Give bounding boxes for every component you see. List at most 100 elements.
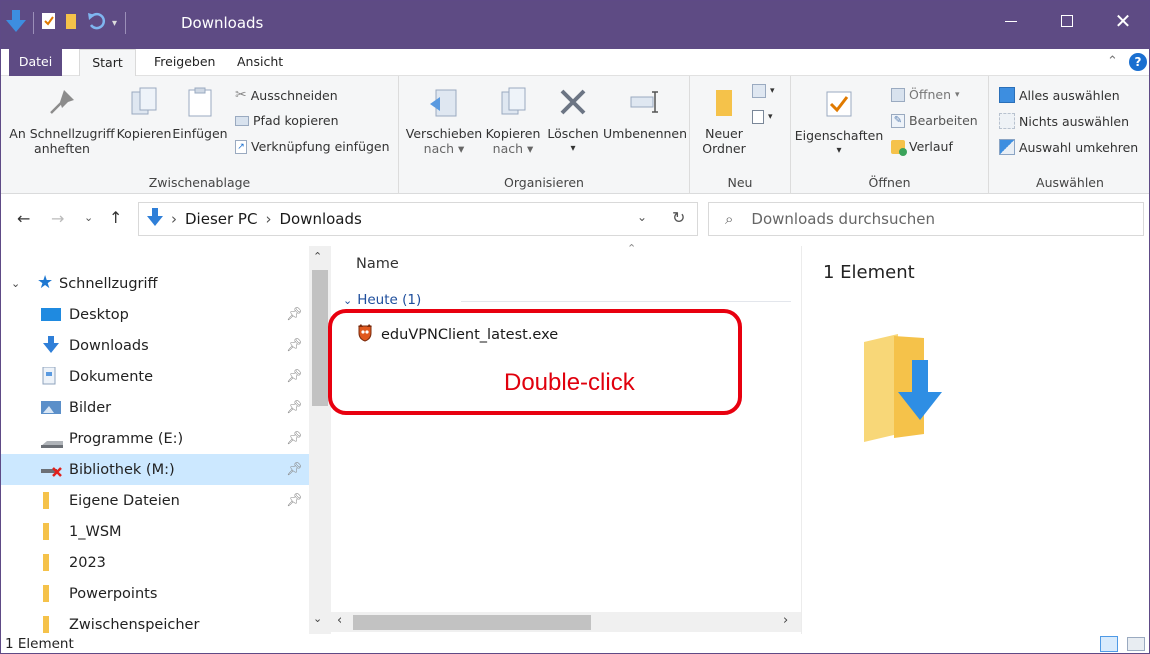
details-view-icon[interactable] bbox=[1100, 636, 1118, 652]
expand-chevron-icon[interactable]: ⌄ bbox=[11, 277, 20, 290]
paste-shortcut-button[interactable]: ↗ Verknüpfung einfügen bbox=[235, 139, 390, 154]
nav-item-desktop[interactable]: Desktop 📌︎ bbox=[1, 299, 309, 330]
pin-to-quick-access-button[interactable]: An Schnellzugriff anheften bbox=[7, 86, 117, 156]
file-list: ⌃ Name ⌄ Heute (1) eduVPNClient_latest.e… bbox=[331, 242, 801, 634]
copy-to-button[interactable]: Kopieren nach ▾ bbox=[483, 86, 543, 156]
nav-item-documents[interactable]: Dokumente 📌︎ bbox=[1, 361, 309, 392]
history-button[interactable]: Verlauf bbox=[891, 139, 953, 156]
close-button[interactable]: ✕ bbox=[1095, 1, 1149, 41]
pin-icon[interactable]: 📌︎ bbox=[286, 431, 303, 446]
nav-item-pictures[interactable]: Bilder 📌︎ bbox=[1, 392, 309, 423]
minimize-icon bbox=[1005, 20, 1017, 22]
group-collapse-chevron-icon[interactable]: ⌄ bbox=[343, 294, 352, 307]
nav-item-1-wsm[interactable]: 1_WSM bbox=[1, 516, 309, 547]
easy-access-button[interactable]: ▾ bbox=[752, 110, 773, 124]
large-icons-view-icon[interactable] bbox=[1127, 637, 1145, 651]
tab-start[interactable]: Start bbox=[79, 49, 136, 77]
refresh-icon[interactable]: ↻ bbox=[672, 208, 685, 227]
scroll-down-icon[interactable]: ⌄ bbox=[313, 612, 322, 625]
collapse-ribbon-icon[interactable]: ⌃ bbox=[1107, 54, 1118, 69]
pin-icon[interactable]: 📌︎ bbox=[286, 338, 303, 353]
copy-button[interactable]: Kopieren bbox=[115, 86, 173, 141]
download-arrow-icon bbox=[41, 336, 61, 358]
new-folder-button[interactable]: Neuer Ordner bbox=[696, 86, 752, 156]
ribbon-tabs: Datei Start Freigeben Ansicht ⌃ ? bbox=[1, 49, 1149, 77]
recent-chevron-icon[interactable]: ⌄ bbox=[84, 211, 93, 224]
nav-item-powerpoints[interactable]: Powerpoints bbox=[1, 578, 309, 609]
scroll-up-icon[interactable]: ⌃ bbox=[313, 250, 322, 263]
forward-arrow-icon[interactable]: → bbox=[51, 209, 64, 228]
scroll-thumb[interactable] bbox=[312, 270, 328, 406]
rename-button[interactable]: Umbenennen bbox=[603, 86, 687, 141]
back-arrow-icon[interactable]: ← bbox=[17, 209, 30, 228]
nav-item-programs-drive[interactable]: Programme (E:) 📌︎ bbox=[1, 423, 309, 454]
maximize-icon bbox=[1061, 15, 1073, 27]
pin-icon[interactable]: 📌︎ bbox=[286, 369, 303, 384]
horizontal-scrollbar[interactable]: ‹ › bbox=[331, 612, 801, 632]
h-scroll-thumb[interactable] bbox=[353, 615, 591, 630]
help-icon[interactable]: ? bbox=[1129, 53, 1147, 71]
nav-item-library-drive[interactable]: Bibliothek (M:) 📌︎ bbox=[1, 454, 309, 485]
address-bar[interactable]: › Dieser PC › Downloads ⌄ ↻ bbox=[138, 202, 698, 236]
copyto-label-line2: nach ▾ bbox=[492, 141, 534, 156]
select-none-button[interactable]: Nichts auswählen bbox=[999, 113, 1129, 129]
disconnected-network-drive-icon bbox=[41, 464, 63, 482]
nav-quick-access[interactable]: ⌄ ★ Schnellzugriff bbox=[1, 268, 309, 299]
rename-icon bbox=[629, 86, 661, 118]
breadcrumb-this-pc[interactable]: Dieser PC bbox=[185, 210, 257, 228]
paste-shortcut-label: Verknüpfung einfügen bbox=[251, 139, 390, 154]
minimize-button[interactable] bbox=[983, 1, 1039, 41]
nav-scrollbar[interactable]: ⌃ ⌄ bbox=[309, 246, 331, 634]
delete-chevron-icon[interactable]: ▾ bbox=[545, 141, 601, 156]
divider bbox=[33, 12, 34, 34]
undo-icon[interactable] bbox=[86, 11, 106, 35]
scroll-right-icon[interactable]: › bbox=[783, 613, 788, 628]
new-folder-line2: Ordner bbox=[702, 141, 746, 156]
pin-icon[interactable]: 📌︎ bbox=[286, 400, 303, 415]
tab-ansicht[interactable]: Ansicht bbox=[227, 49, 293, 76]
tab-freigeben[interactable]: Freigeben bbox=[144, 49, 225, 76]
cut-button[interactable]: ✂ Ausschneiden bbox=[235, 87, 338, 103]
group-header-label: Heute (1) bbox=[357, 292, 422, 308]
invert-selection-button[interactable]: Auswahl umkehren bbox=[999, 139, 1138, 155]
pin-icon[interactable]: 📌︎ bbox=[286, 307, 303, 322]
pin-icon[interactable]: 📌︎ bbox=[286, 462, 303, 477]
properties-icon[interactable] bbox=[40, 11, 58, 35]
group-open: Eigenschaften ▾ Öffnen ▾ ✎ Bearbeiten Ve… bbox=[791, 76, 989, 194]
details-pane: 1 Element bbox=[801, 246, 1149, 634]
nav-item-eigene-dateien[interactable]: Eigene Dateien 📌︎ bbox=[1, 485, 309, 516]
move-to-button[interactable]: Verschieben nach ▾ bbox=[405, 86, 483, 156]
new-item-chevron-icon: ▾ bbox=[770, 86, 775, 96]
select-all-button[interactable]: Alles auswählen bbox=[999, 87, 1120, 103]
maximize-button[interactable] bbox=[1039, 1, 1095, 41]
open-button[interactable]: Öffnen ▾ bbox=[891, 87, 960, 102]
properties-button[interactable]: Eigenschaften ▾ bbox=[791, 88, 887, 158]
address-dropdown-icon[interactable]: ⌄ bbox=[637, 210, 647, 224]
folder-icon bbox=[41, 523, 51, 544]
pin-icon[interactable]: 📌︎ bbox=[286, 493, 303, 508]
properties-chevron-icon[interactable]: ▾ bbox=[791, 143, 887, 158]
copy-path-label: Pfad kopieren bbox=[253, 113, 339, 128]
up-arrow-icon[interactable]: ↑ bbox=[109, 208, 122, 227]
nav-item-2023[interactable]: 2023 bbox=[1, 547, 309, 578]
nav-quick-access-label: Schnellzugriff bbox=[59, 275, 158, 292]
delete-button[interactable]: Löschen ▾ bbox=[545, 86, 601, 156]
paste-button[interactable]: Einfügen bbox=[172, 86, 228, 141]
new-item-button[interactable]: ▾ bbox=[752, 84, 775, 98]
copy-path-button[interactable]: Pfad kopieren bbox=[235, 113, 339, 128]
drive-icon bbox=[41, 436, 63, 452]
tab-datei[interactable]: Datei bbox=[9, 49, 62, 76]
new-folder-icon[interactable] bbox=[64, 11, 78, 35]
breadcrumb-downloads[interactable]: Downloads bbox=[279, 210, 361, 228]
column-header-name[interactable]: Name bbox=[356, 256, 399, 272]
edit-button[interactable]: ✎ Bearbeiten bbox=[891, 113, 978, 128]
document-icon bbox=[41, 366, 57, 389]
nav-item-downloads[interactable]: Downloads 📌︎ bbox=[1, 330, 309, 361]
scroll-left-icon[interactable]: ‹ bbox=[337, 613, 342, 628]
group-header-today[interactable]: ⌄ Heute (1) bbox=[343, 292, 421, 308]
copy-icon bbox=[128, 86, 160, 118]
status-item-count: 1 Element bbox=[5, 636, 74, 652]
address-row: ← → ⌄ ↑ › Dieser PC › Downloads ⌄ ↻ ⌕ Do… bbox=[1, 194, 1149, 246]
customize-chevron-icon[interactable]: ▾ bbox=[112, 18, 117, 29]
search-input[interactable]: ⌕ Downloads durchsuchen bbox=[708, 202, 1144, 236]
